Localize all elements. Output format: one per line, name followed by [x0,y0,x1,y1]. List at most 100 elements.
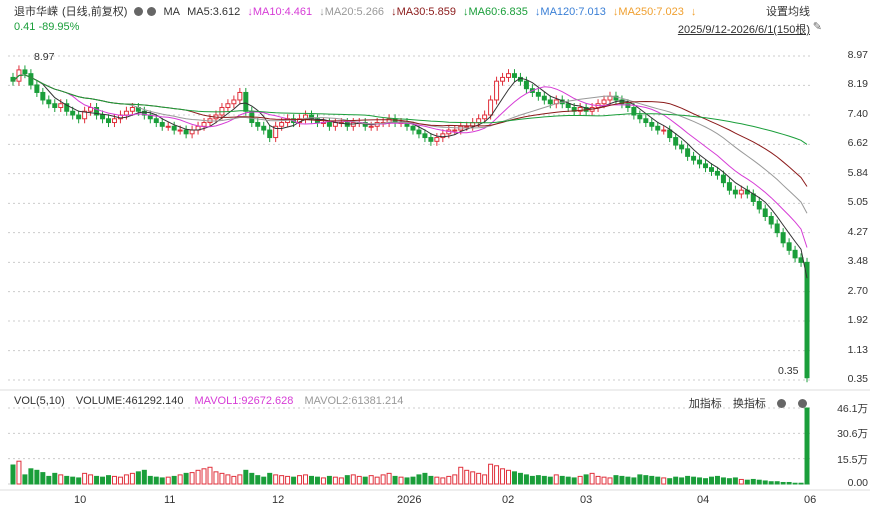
volume-bar [291,476,297,485]
volume-bar [541,475,547,485]
candle-body [106,118,112,124]
volume-bar [637,474,643,485]
candle-body [22,69,28,75]
volume-bar [422,472,428,485]
volume-bar [368,475,374,485]
volume-bar [523,474,529,485]
volume-tick-label: 46.1万 [837,403,868,415]
volume-bar [195,469,201,485]
x-tick-label: 11 [164,494,176,506]
candle-body [476,118,482,124]
volume-bar [685,475,691,485]
price-tick-label: 6.62 [847,137,868,150]
volume-bar [350,474,356,485]
volume-bar [786,481,792,485]
volume-bar [374,476,380,485]
candle-body [410,125,416,131]
add-indicator-button[interactable]: 加指标 [689,398,722,410]
candle-body [535,91,541,97]
volume-bar [476,472,482,485]
candle-body [52,103,58,108]
candle-body [601,99,607,105]
candle-body [738,189,744,195]
volume-bar [607,477,613,485]
volume-bar [267,472,273,485]
volume-bar [159,477,165,485]
volume-bar [649,475,655,485]
volume-bar [183,472,189,485]
volume-bar [714,475,720,485]
volume-bar [46,475,52,485]
volume-bar [141,469,147,485]
volume-bar [16,460,22,485]
volume-bar [511,471,517,485]
candle-body [643,118,649,124]
candle-body [177,129,183,132]
candle-body [70,110,76,116]
volume-bar [94,475,100,485]
volume-bar [147,475,153,485]
volume-bar [201,468,207,485]
candle-body [565,103,571,108]
candle-body [500,76,506,82]
volume-bar [494,465,500,485]
candle-body [714,170,720,176]
volume-bar [10,464,16,485]
price-tick-label: 1.92 [847,313,868,326]
volume-bar [153,476,159,485]
candle-body [792,249,798,259]
candle-body [40,91,46,101]
price-tick-label: 5.05 [847,196,868,209]
candle-body [183,129,189,135]
candle-body [243,91,249,112]
candle-body [786,242,792,251]
candle-body [762,208,768,217]
volume-bar [410,476,416,485]
volume-bar [225,474,231,485]
volume-bar [434,476,440,485]
volume-bar [577,475,583,485]
candle-body [482,114,488,120]
close-icon[interactable] [798,399,807,408]
candle-body [673,137,679,146]
volume-tick-label: 0.00 [847,477,868,489]
candle-body [189,129,195,135]
candle-body [34,84,40,93]
volume-bar [64,475,70,485]
candle-body [691,155,697,161]
candle-body [726,182,732,191]
candle-body [541,95,547,101]
switch-indicator-button[interactable]: 换指标 [733,398,766,410]
candle-body [452,129,458,132]
candle-body [416,129,422,135]
price-tick-label: 3.48 [847,255,868,268]
volume-bar [189,472,195,485]
volume-bar [703,478,709,485]
volume-bar [571,477,577,485]
volume-bar [708,476,714,485]
volume-bar [768,481,774,485]
volume-bar [404,477,410,485]
volume-bar [171,475,177,485]
volume-bar [58,474,64,485]
low-annotation: 0.35 [778,365,799,377]
gear-icon[interactable] [776,399,786,408]
candle-body [511,73,517,78]
candle-body [804,261,810,379]
volume-bar [756,479,762,485]
x-tick-label: 06 [804,494,817,506]
candle-body [649,122,655,127]
volume-bar [726,478,732,485]
volume-bar [738,478,744,485]
volume-bar [219,472,225,485]
volume-bar [177,474,183,485]
candle-body [422,133,428,139]
price-tick-label: 5.84 [847,166,868,179]
candle-body [523,80,529,90]
volume-bar [553,474,559,485]
candle-body [76,114,82,120]
candle-body [231,99,237,105]
volume-bar [392,475,398,485]
volume-buttons: 加指标 换指标 [681,395,808,411]
volume-bar [732,477,738,485]
